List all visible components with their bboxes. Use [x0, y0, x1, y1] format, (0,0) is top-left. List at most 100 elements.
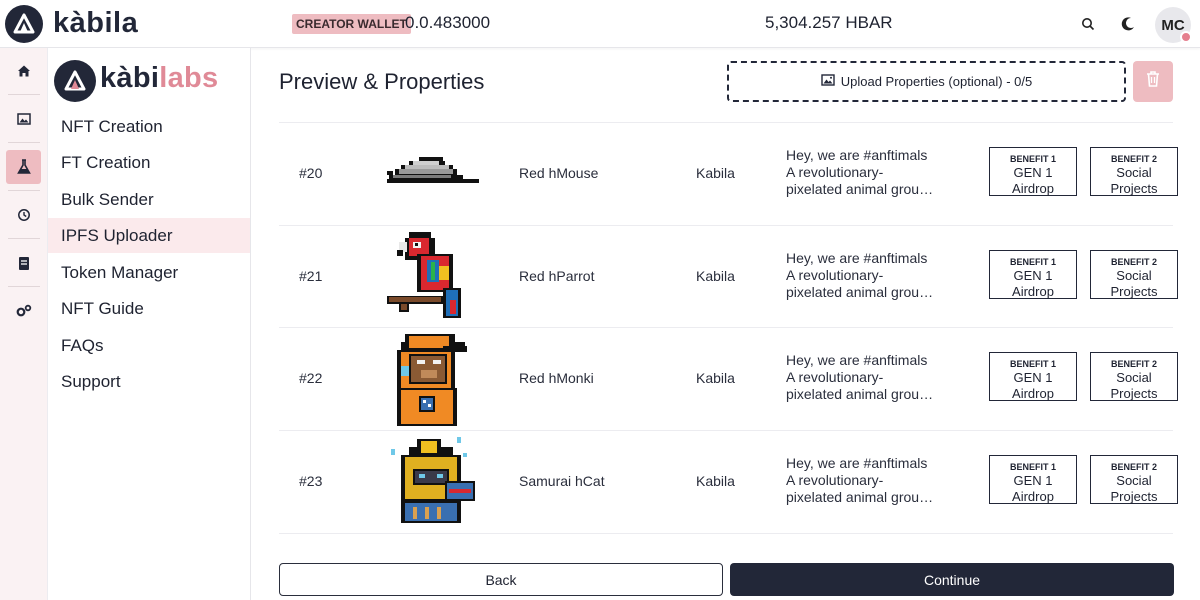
sidebar-item-support[interactable]: Support	[48, 364, 250, 399]
home-icon[interactable]	[6, 54, 41, 88]
kabilabs-logo-icon[interactable]	[54, 60, 96, 102]
continue-button[interactable]: Continue	[730, 563, 1174, 596]
table-row: #21 Red hParrot Kabila Hey, we are #anft…	[279, 225, 1178, 328]
image-icon[interactable]	[6, 102, 41, 136]
sidebar-item-faqs[interactable]: FAQs	[48, 328, 250, 363]
brand-kabi: kàbi	[100, 62, 160, 94]
sidebar-item-ipfs-uploader[interactable]: IPFS Uploader	[48, 218, 250, 253]
sidebar-item-token-manager[interactable]: Token Manager	[48, 255, 250, 290]
description-line: pixelated animal grou…	[786, 181, 934, 197]
icon-rail	[0, 48, 48, 600]
nft-image-mouse	[387, 157, 479, 183]
benefit-value-line1: Social	[1116, 473, 1152, 488]
top-bar: kàbila CREATOR WALLET 0.0.483000 5,304.2…	[0, 0, 1200, 48]
dark-mode-moon-icon[interactable]	[1118, 14, 1138, 34]
rail-divider	[8, 94, 40, 95]
benefit-title: BENEFIT 2	[1110, 359, 1157, 369]
sidebar-item-nft-guide[interactable]: NFT Guide	[48, 291, 250, 326]
benefit-value-line1: GEN 1	[1013, 268, 1053, 283]
kabila-logo-icon[interactable]	[5, 5, 43, 43]
benefit-value-line2: Airdrop	[1012, 181, 1054, 196]
nft-number: #21	[299, 268, 323, 284]
benefit-1-box: BENEFIT 1 GEN 1 Airdrop	[989, 455, 1077, 504]
description-line: pixelated animal grou…	[786, 284, 934, 300]
benefit-2-box: BENEFIT 2 Social Projects	[1090, 250, 1178, 299]
benefit-title: BENEFIT 1	[1009, 154, 1056, 164]
nft-description: Hey, we are #anftimals A revolutionary- …	[786, 352, 956, 403]
benefit-1-box: BENEFIT 1 GEN 1 Airdrop	[989, 147, 1077, 196]
rail-divider	[8, 286, 40, 287]
description-line: A revolutionary-	[786, 369, 884, 385]
description-line: pixelated animal grou…	[786, 386, 934, 402]
sidebar-item-bulk-sender[interactable]: Bulk Sender	[48, 182, 250, 217]
image-upload-icon	[821, 74, 835, 89]
nft-creator: Kabila	[696, 268, 735, 284]
nft-image-monkey	[397, 334, 467, 426]
benefit-value-line2: Projects	[1110, 489, 1158, 504]
rail-divider	[8, 238, 40, 239]
benefit-value-line2: Airdrop	[1012, 489, 1054, 504]
nft-number: #20	[299, 165, 323, 181]
history-icon[interactable]	[6, 198, 41, 232]
table-row: #20 Red hMouse Kabila Hey, we are #anfti…	[279, 122, 1178, 225]
nft-creator: Kabila	[696, 473, 735, 489]
benefit-value-line1: GEN 1	[1013, 370, 1053, 385]
benefit-value-line1: Social	[1116, 268, 1152, 283]
upload-properties-button[interactable]: Upload Properties (optional) - 0/5	[727, 61, 1126, 102]
description-line: A revolutionary-	[786, 472, 884, 488]
nft-creator: Kabila	[696, 370, 735, 386]
benefit-2-box: BENEFIT 2 Social Projects	[1090, 455, 1178, 504]
nft-description: Hey, we are #anftimals A revolutionary- …	[786, 147, 956, 198]
settings-icon[interactable]	[6, 294, 41, 328]
search-icon[interactable]	[1078, 14, 1098, 34]
benefit-value-line2: Airdrop	[1012, 284, 1054, 299]
benefit-value-line1: GEN 1	[1013, 165, 1053, 180]
description-line: Hey, we are #anftimals	[786, 352, 928, 368]
sidebar-item-nft-creation[interactable]: NFT Creation	[48, 109, 250, 144]
sidebar-nav: kàbilabs NFT Creation FT Creation Bulk S…	[48, 48, 251, 600]
brand-labs: labs	[159, 62, 219, 94]
benefit-title: BENEFIT 1	[1009, 257, 1056, 267]
nft-number: #22	[299, 370, 323, 386]
benefit-value-line2: Projects	[1110, 284, 1158, 299]
table-row: #23 Samurai hCat Kabila Hey, we are #anf…	[279, 430, 1178, 533]
description-line: Hey, we are #anftimals	[786, 147, 928, 163]
benefit-title: BENEFIT 2	[1110, 154, 1157, 164]
avatar-dropdown-icon[interactable]	[1180, 31, 1192, 43]
nft-creator: Kabila	[696, 165, 735, 181]
benefit-value-line1: Social	[1116, 165, 1152, 180]
nft-name: Red hMonki	[519, 370, 594, 386]
delete-button[interactable]	[1133, 61, 1173, 102]
wallet-id: 0.0.483000	[405, 13, 491, 32]
description-line: pixelated animal grou…	[786, 489, 934, 505]
nft-image-samurai-cat	[391, 437, 475, 523]
page-title: Preview & Properties	[279, 69, 485, 94]
table-bottom-divider	[279, 533, 1173, 534]
nft-image-parrot	[387, 232, 461, 318]
nft-description: Hey, we are #anftimals A revolutionary- …	[786, 250, 956, 301]
benefit-value-line1: GEN 1	[1013, 473, 1053, 488]
flask-icon[interactable]	[6, 150, 41, 184]
trash-icon	[1145, 70, 1161, 93]
benefit-title: BENEFIT 2	[1110, 257, 1157, 267]
kabilabs-brand: kàbilabs	[100, 62, 218, 95]
benefit-title: BENEFIT 1	[1009, 462, 1056, 472]
nft-number: #23	[299, 473, 323, 489]
nft-name: Samurai hCat	[519, 473, 605, 489]
sidebar-item-ft-creation[interactable]: FT Creation	[48, 145, 250, 180]
description-line: Hey, we are #anftimals	[786, 250, 928, 266]
document-icon[interactable]	[6, 246, 41, 280]
description-line: Hey, we are #anftimals	[786, 455, 928, 471]
nft-name: Red hParrot	[519, 268, 595, 284]
benefit-value-line2: Projects	[1110, 386, 1158, 401]
brand-name: kàbila	[53, 7, 139, 39]
benefit-2-box: BENEFIT 2 Social Projects	[1090, 147, 1178, 196]
description-line: A revolutionary-	[786, 267, 884, 283]
back-button[interactable]: Back	[279, 563, 723, 596]
benefit-title: BENEFIT 1	[1009, 359, 1056, 369]
nft-name: Red hMouse	[519, 165, 599, 181]
nft-description: Hey, we are #anftimals A revolutionary- …	[786, 455, 956, 506]
rail-divider	[8, 142, 40, 143]
benefit-title: BENEFIT 2	[1110, 462, 1157, 472]
upload-properties-label: Upload Properties (optional) - 0/5	[840, 74, 1033, 89]
